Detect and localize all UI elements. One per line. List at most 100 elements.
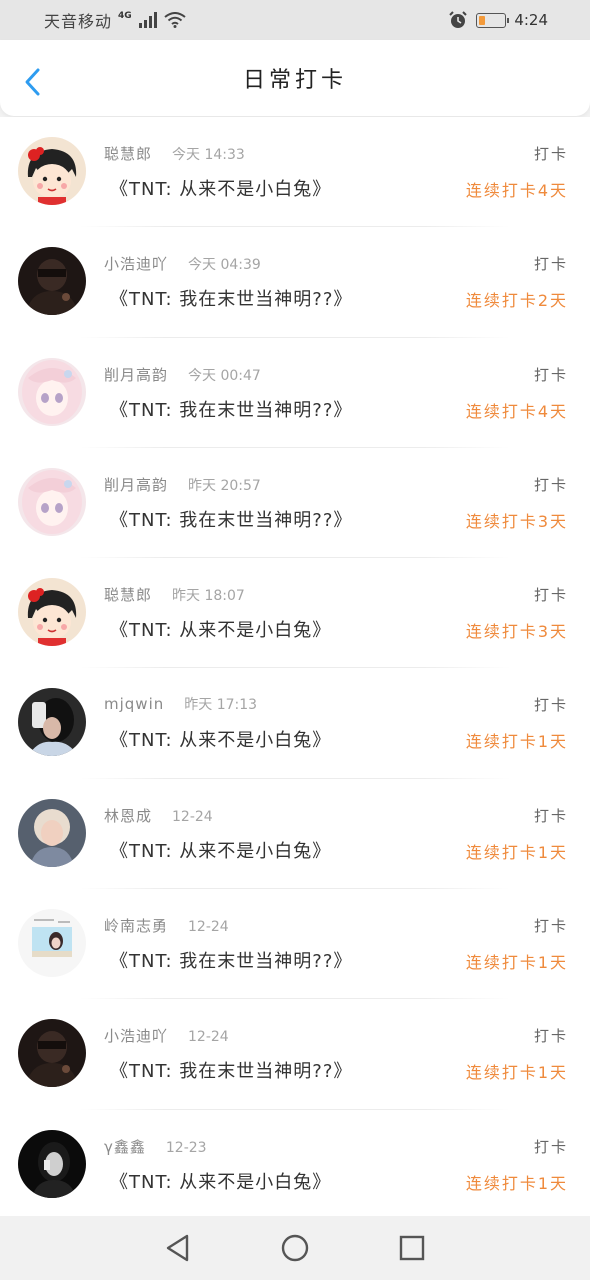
status-right: 4:24 bbox=[448, 11, 548, 29]
checkin-time: 昨天 20:57 bbox=[188, 477, 261, 494]
username[interactable]: 削月高韵 bbox=[104, 474, 168, 495]
avatar[interactable] bbox=[18, 1129, 86, 1198]
checkin-list[interactable]: 聪慧郎 今天 14:33 《TNT: 从来不是小白兔》 打卡 连续打卡4天 小浩迪吖 今天 … bbox=[0, 117, 590, 1216]
carrier-name: 天音移动 bbox=[44, 12, 113, 31]
checkin-row[interactable]: 小浩迪吖 12-24 《TNT: 我在末世当神明??》 打卡连续打卡1天 bbox=[0, 999, 590, 1110]
battery-level bbox=[479, 15, 486, 25]
status-bar: 天音移动 4G 4:24 bbox=[0, 0, 590, 40]
checkin-row[interactable]: 小浩迪吖 今天 04:39 《TNT: 我在末世当神明??》 打卡连续打卡2天 bbox=[0, 227, 590, 338]
avatar[interactable] bbox=[18, 578, 86, 647]
checkin-row[interactable]: 削月高韵 今天 00:47 《TNT: 我在末世当神明??》 打卡连续打卡4天 bbox=[0, 338, 590, 448]
book-title[interactable]: 《TNT: 从来不是小白兔》 bbox=[110, 837, 331, 863]
alarm-icon bbox=[449, 11, 468, 28]
streak-badge: 连续打卡4天 bbox=[465, 181, 568, 200]
book-title[interactable]: 《TNT: 我在末世当神明??》 bbox=[110, 396, 352, 422]
avatar[interactable] bbox=[18, 688, 86, 757]
system-nav-bar bbox=[0, 1216, 590, 1280]
streak-badge: 连续打卡3天 bbox=[465, 622, 568, 642]
checkin-row[interactable]: 林恩成 12-24 《TNT: 从来不是小白兔》 打卡连续打卡1天 bbox=[0, 779, 590, 890]
nav-recents-button[interactable] bbox=[392, 1228, 432, 1268]
streak-badge: 连续打卡1天 bbox=[465, 732, 568, 752]
book-title[interactable]: 《TNT: 从来不是小白兔》 bbox=[110, 1168, 331, 1194]
book-title[interactable]: 《TNT: 我在末世当神明??》 bbox=[110, 1057, 352, 1083]
user-line: 岭南志勇 12-24 bbox=[104, 915, 229, 936]
book-title[interactable]: 《TNT: 从来不是小白兔》 bbox=[110, 616, 331, 642]
circle-home-icon bbox=[281, 1234, 309, 1262]
streak-badge: 连续打卡1天 bbox=[465, 953, 568, 973]
avatar[interactable] bbox=[18, 467, 86, 536]
book-title[interactable]: 《TNT: 我在末世当神明??》 bbox=[110, 947, 352, 973]
user-line: 小浩迪吖 12-24 bbox=[104, 1025, 229, 1046]
network-type: 4G bbox=[118, 11, 132, 21]
checkin-label: 打卡 bbox=[533, 475, 568, 494]
status-left: 天音移动 4G bbox=[44, 8, 186, 32]
avatar[interactable] bbox=[18, 137, 86, 205]
avatar[interactable] bbox=[18, 247, 86, 316]
checkin-row[interactable]: mjqwin 昨天 17:13 《TNT: 从来不是小白兔》 打卡连续打卡1天 bbox=[0, 668, 590, 779]
square-recents-icon bbox=[399, 1235, 424, 1261]
nav-back-button[interactable] bbox=[158, 1228, 198, 1268]
nav-home-button[interactable] bbox=[275, 1228, 315, 1268]
username[interactable]: 聪慧郎 bbox=[104, 584, 152, 605]
username[interactable]: 林恩成 bbox=[104, 805, 152, 826]
checkin-label: 打卡 bbox=[533, 917, 568, 936]
checkin-label: 打卡 bbox=[533, 806, 568, 825]
checkin-label: 打卡 bbox=[533, 586, 568, 605]
user-line: 削月高韵 今天 00:47 bbox=[104, 364, 261, 385]
back-button[interactable] bbox=[18, 64, 46, 100]
top-app-bar: 日常打卡 bbox=[0, 40, 590, 116]
checkin-label: 打卡 bbox=[533, 1137, 568, 1156]
book-title[interactable]: 《TNT: 我在末世当神明??》 bbox=[110, 506, 352, 532]
username[interactable]: 聪慧郎 bbox=[104, 143, 152, 164]
checkin-time: 12-24 bbox=[172, 808, 213, 825]
user-line: 小浩迪吖 今天 04:39 bbox=[104, 253, 261, 274]
checkin-time: 今天 00:47 bbox=[188, 367, 261, 384]
checkin-label: 打卡 bbox=[533, 255, 568, 274]
username[interactable]: mjqwin bbox=[104, 695, 164, 713]
user-line: 削月高韵 昨天 20:57 bbox=[104, 474, 261, 495]
book-title[interactable]: 《TNT: 从来不是小白兔》 bbox=[110, 726, 331, 752]
username[interactable]: 岭南志勇 bbox=[104, 915, 168, 936]
signal-icon bbox=[138, 12, 157, 28]
streak-badge: 连续打卡1天 bbox=[465, 1063, 568, 1083]
checkin-label: 打卡 bbox=[533, 696, 568, 715]
checkin-time: 12-24 bbox=[188, 919, 229, 936]
user-line: γ鑫鑫 12-23 bbox=[104, 1136, 207, 1157]
checkin-time: 今天 04:39 bbox=[188, 257, 261, 274]
checkin-row[interactable]: 岭南志勇 12-24 《TNT: 我在末世当神明??》 打卡连续打卡1天 bbox=[0, 889, 590, 1000]
checkin-row[interactable]: 削月高韵 昨天 20:57 《TNT: 我在末世当神明??》 打卡连续打卡3天 bbox=[0, 448, 590, 559]
checkin-label: 打卡 bbox=[533, 145, 568, 163]
checkin-time: 12-24 bbox=[188, 1029, 229, 1046]
streak-badge: 连续打卡1天 bbox=[465, 842, 568, 862]
avatar[interactable] bbox=[18, 1019, 86, 1088]
user-line: mjqwin 昨天 17:13 bbox=[104, 694, 257, 714]
avatar[interactable] bbox=[18, 798, 86, 867]
checkin-label: 打卡 bbox=[533, 365, 568, 384]
book-title[interactable]: 《TNT: 从来不是小白兔》 bbox=[110, 175, 331, 201]
avatar[interactable] bbox=[18, 357, 86, 426]
battery-icon bbox=[476, 12, 510, 28]
username[interactable]: 削月高韵 bbox=[104, 364, 168, 385]
checkin-label: 打卡 bbox=[533, 1027, 568, 1046]
page-title: 日常打卡 bbox=[242, 68, 347, 93]
user-line: 聪慧郎 昨天 18:07 bbox=[104, 584, 245, 605]
user-line: 林恩成 12-24 bbox=[104, 805, 213, 826]
checkin-row[interactable]: 聪慧郎 昨天 18:07 《TNT: 从来不是小白兔》 打卡连续打卡3天 bbox=[0, 558, 590, 669]
wifi-icon bbox=[164, 12, 186, 28]
streak-badge: 连续打卡3天 bbox=[465, 511, 568, 531]
username[interactable]: 小浩迪吖 bbox=[104, 253, 168, 274]
triangle-back-icon bbox=[167, 1234, 189, 1262]
username[interactable]: γ鑫鑫 bbox=[104, 1136, 146, 1157]
checkin-time: 12-23 bbox=[165, 1139, 207, 1156]
book-title[interactable]: 《TNT: 我在末世当神明??》 bbox=[110, 285, 352, 311]
checkin-row[interactable]: 聪慧郎 今天 14:33 《TNT: 从来不是小白兔》 打卡连续打卡4天 bbox=[0, 117, 590, 228]
checkin-row[interactable]: γ鑫鑫 12-23 《TNT: 从来不是小白兔》 打卡 连续打卡1天 bbox=[0, 1110, 590, 1216]
checkin-time: 昨天 18:07 bbox=[172, 588, 245, 605]
user-line: 聪慧郎 今天 14:33 bbox=[104, 143, 245, 164]
avatar[interactable] bbox=[18, 909, 86, 978]
streak-badge: 连续打卡2天 bbox=[465, 291, 568, 311]
checkin-time: 昨天 17:13 bbox=[184, 697, 258, 714]
streak-badge: 连续打卡4天 bbox=[465, 401, 568, 421]
username[interactable]: 小浩迪吖 bbox=[104, 1025, 168, 1046]
chevron-left-icon bbox=[25, 68, 40, 96]
